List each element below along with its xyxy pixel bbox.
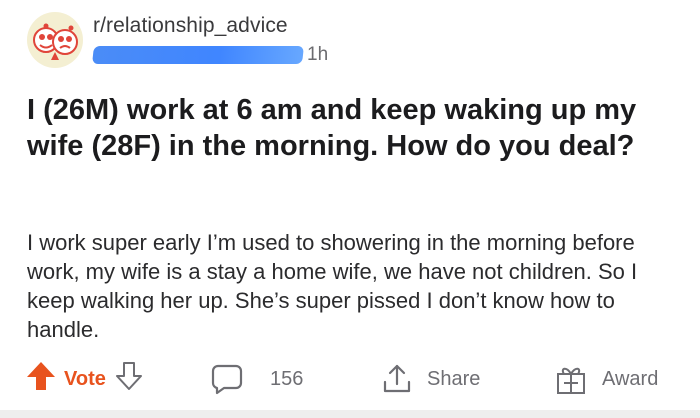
gift-award-icon xyxy=(557,367,585,394)
vote-control: Vote xyxy=(24,358,144,400)
downvote-button[interactable] xyxy=(114,360,144,398)
comment-bubble-icon xyxy=(211,364,243,395)
author-line: 1h xyxy=(92,44,328,66)
post-header: r/relationship_advice 1h xyxy=(27,12,328,68)
vote-label: Vote xyxy=(64,367,106,390)
award-button[interactable]: Award xyxy=(554,358,658,400)
upvote-arrow-icon xyxy=(27,362,55,390)
post-body: I work super early I’m used to showering… xyxy=(27,230,638,342)
share-label: Share xyxy=(427,367,481,390)
share-icon xyxy=(383,364,411,393)
downvote-arrow-icon xyxy=(115,362,142,390)
comments-button[interactable]: 156 xyxy=(210,358,303,400)
post-age: 1h xyxy=(307,44,329,65)
upvote-button[interactable] xyxy=(24,359,58,399)
share-button[interactable]: Share xyxy=(381,358,480,400)
divider-bar xyxy=(0,410,700,418)
snoo-avatar-icon xyxy=(33,23,78,60)
post-title[interactable]: I (26M) work at 6 am and keep waking up … xyxy=(27,92,667,164)
subreddit-name[interactable]: r/relationship_advice xyxy=(93,14,323,38)
comment-count: 156 xyxy=(270,367,304,390)
redacted-username xyxy=(92,46,304,64)
post-actions: Vote 156 Share Award xyxy=(24,358,674,400)
subreddit-avatar[interactable] xyxy=(27,12,83,68)
award-label: Award xyxy=(602,367,659,390)
